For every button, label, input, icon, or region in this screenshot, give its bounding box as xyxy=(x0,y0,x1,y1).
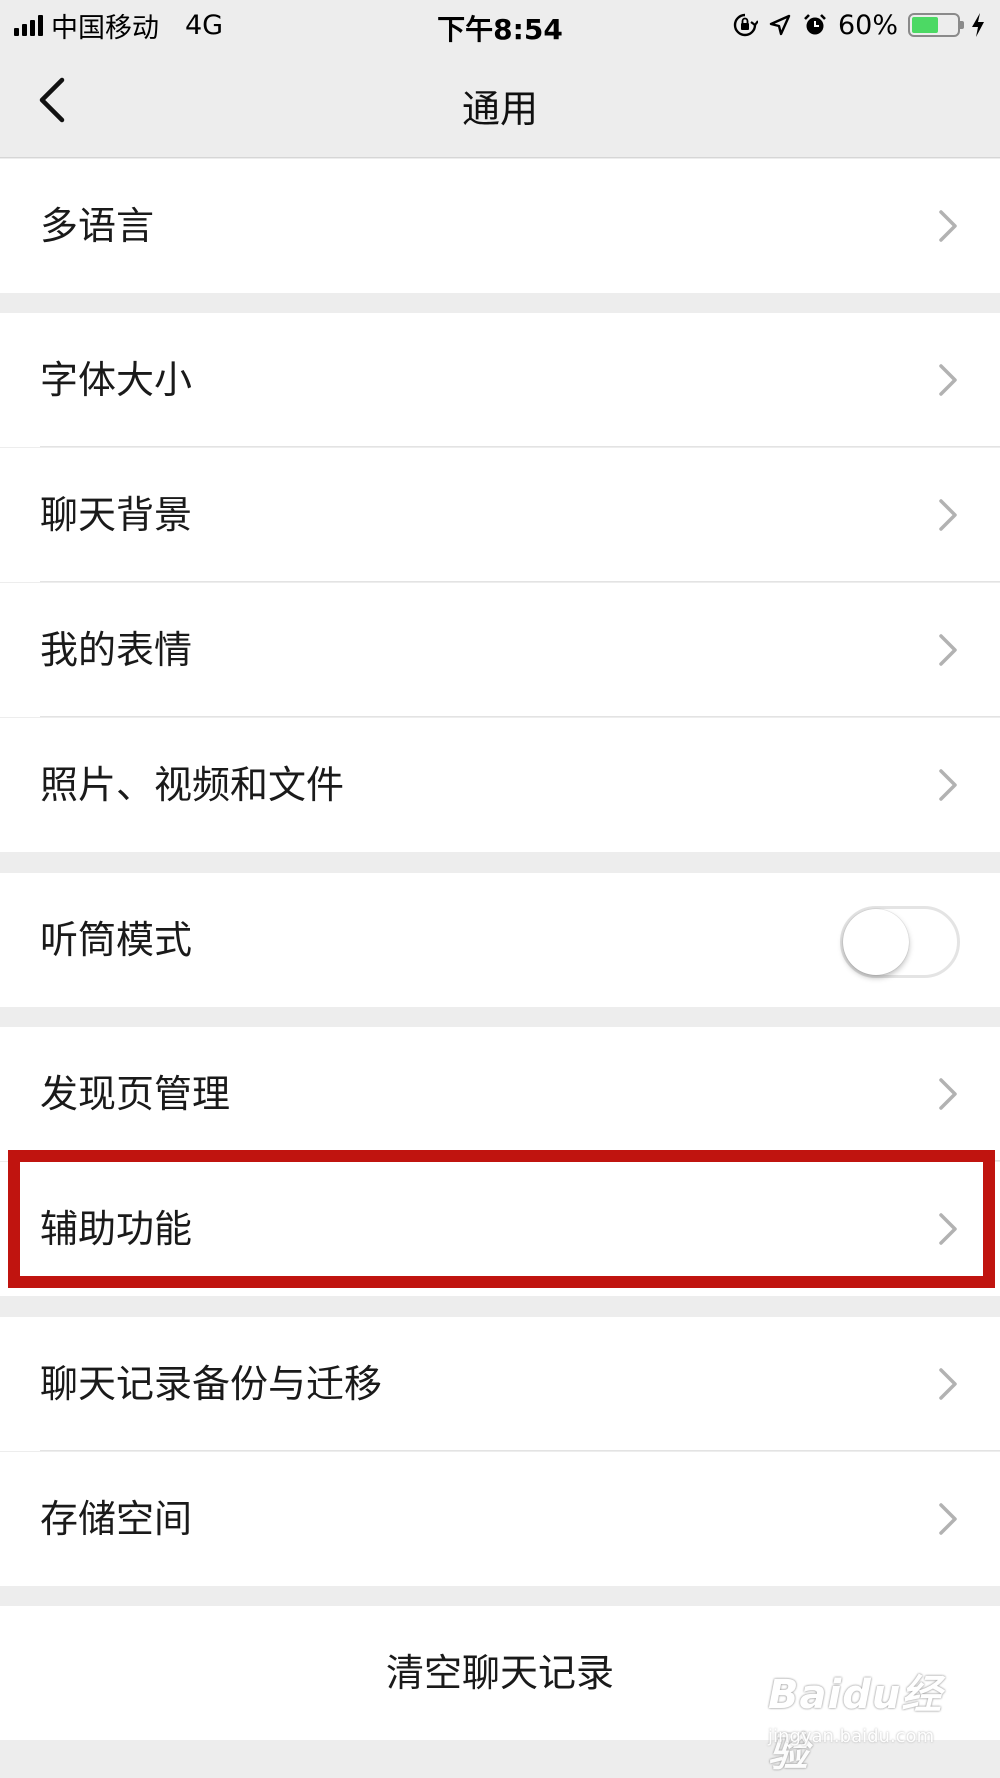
row-multi-language[interactable]: 多语言 xyxy=(0,159,1000,293)
chevron-right-icon xyxy=(939,1368,957,1400)
row-label: 听筒模式 xyxy=(40,918,193,962)
row-discover-management[interactable]: 发现页管理 xyxy=(0,1027,1000,1161)
alarm-clock-icon xyxy=(804,14,826,35)
watermark-logo: Baidu经验 xyxy=(768,1672,943,1776)
charging-bolt-icon xyxy=(972,13,984,37)
row-accessibility[interactable]: 辅助功能 xyxy=(0,1162,1000,1296)
row-photos-videos-files[interactable]: 照片、视频和文件 xyxy=(0,718,1000,852)
chevron-right-icon xyxy=(939,1503,957,1535)
battery-icon xyxy=(908,13,964,37)
chevron-right-icon xyxy=(939,769,957,801)
divider xyxy=(40,581,1000,582)
divider xyxy=(40,1160,1000,1161)
status-bar: 中国移动 4G 下午8:54 60% xyxy=(0,0,1000,50)
row-label: 发现页管理 xyxy=(40,1072,231,1116)
chevron-right-icon xyxy=(939,634,957,666)
status-right: 60% xyxy=(732,6,986,44)
row-label: 我的表情 xyxy=(40,628,193,672)
location-arrow-icon xyxy=(769,14,791,36)
row-chat-backup-migration[interactable]: 聊天记录备份与迁移 xyxy=(0,1317,1000,1451)
row-my-stickers[interactable]: 我的表情 xyxy=(0,583,1000,717)
battery-level-fill xyxy=(912,17,939,33)
divider xyxy=(40,1450,1000,1451)
chevron-right-icon xyxy=(939,499,957,531)
row-storage[interactable]: 存储空间 xyxy=(0,1452,1000,1586)
watermark-url: jingyan.baidu.com xyxy=(768,1726,935,1747)
battery-percent: 60% xyxy=(837,9,898,41)
row-label: 辅助功能 xyxy=(40,1207,193,1251)
orientation-lock-icon xyxy=(733,13,758,37)
row-label: 多语言 xyxy=(40,204,155,248)
divider xyxy=(40,446,1000,447)
row-label: 聊天记录备份与迁移 xyxy=(40,1362,383,1406)
row-label: 聊天背景 xyxy=(40,493,193,537)
row-label: 存储空间 xyxy=(40,1497,193,1541)
page-title: 通用 xyxy=(461,87,538,131)
chevron-right-icon xyxy=(939,1213,957,1245)
divider xyxy=(40,716,1000,717)
chevron-right-icon xyxy=(939,364,957,396)
row-font-size[interactable]: 字体大小 xyxy=(0,313,1000,447)
row-label: 字体大小 xyxy=(40,358,193,402)
row-earpiece-mode: 听筒模式 xyxy=(0,873,1000,1007)
baidu-jingyan-watermark: Baidu经验 jingyan.baidu.com xyxy=(762,1662,982,1776)
toggle-knob xyxy=(843,909,909,975)
navigation-bar: 通用 xyxy=(0,50,1000,158)
chevron-right-icon xyxy=(939,210,957,242)
chevron-right-icon xyxy=(939,1078,957,1110)
earpiece-mode-toggle[interactable] xyxy=(840,906,960,978)
row-label: 照片、视频和文件 xyxy=(40,763,345,807)
row-chat-background[interactable]: 聊天背景 xyxy=(0,448,1000,582)
